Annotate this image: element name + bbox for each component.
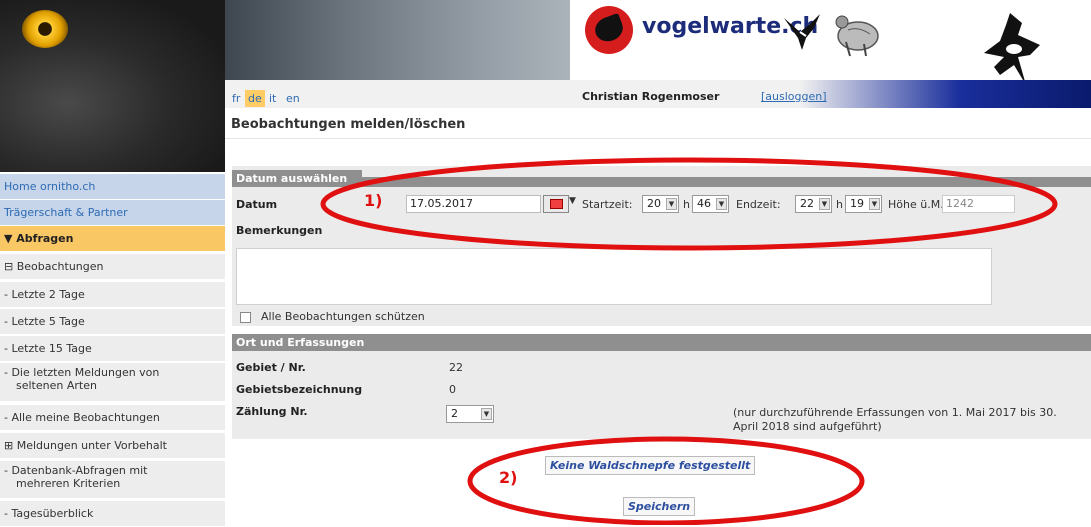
annotation-ellipse-1 — [320, 157, 1058, 251]
annotation-overlay — [320, 157, 1058, 525]
annotation-ellipse-2 — [467, 436, 865, 525]
